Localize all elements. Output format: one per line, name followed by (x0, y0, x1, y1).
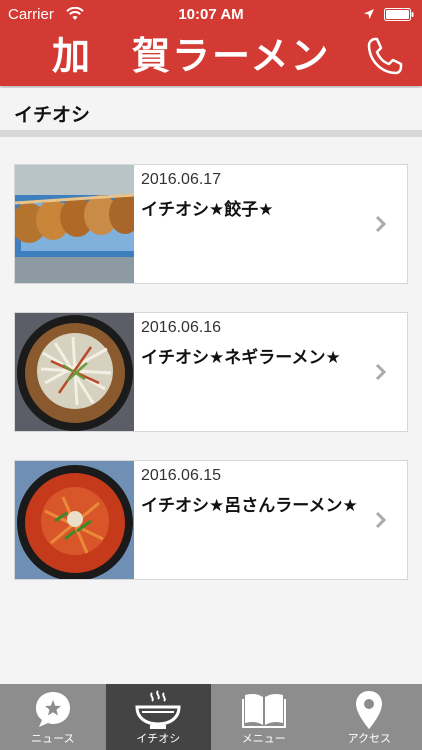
status-bar: Carrier 10:07 AM (0, 0, 422, 28)
status-time: 10:07 AM (178, 6, 244, 23)
location-arrow-icon (364, 9, 374, 19)
tab-bar: ニュース イチオシ メニュー アクセス (0, 684, 422, 750)
chevron-right-icon (375, 215, 387, 233)
tab-recommend[interactable]: イチオシ (105, 684, 211, 750)
list-item[interactable]: 2016.06.15 イチオシ★呂さんラーメン★ (14, 460, 408, 580)
section-header: イチオシ (0, 88, 422, 137)
ro-san-ramen-photo (15, 461, 134, 579)
book-icon (241, 693, 286, 728)
item-date: 2016.06.16 (141, 319, 222, 336)
tab-access[interactable]: アクセス (317, 684, 422, 750)
news-bubble-icon (35, 692, 70, 727)
bowl-icon (135, 690, 181, 729)
tab-label: イチオシ (136, 732, 181, 745)
tab-label: メニュー (241, 732, 286, 745)
tab-menu[interactable]: メニュー (211, 684, 317, 750)
app-header: Carrier 10:07 AM 加 賀ラーメン (0, 0, 422, 86)
tab-label: アクセス (347, 732, 391, 745)
item-date: 2016.06.15 (141, 467, 222, 484)
recommendation-list: 2016.06.17 イチオシ★餃子★ 2016.06.16 イチオシ★ネギラー… (14, 164, 408, 608)
list-item[interactable]: 2016.06.16 イチオシ★ネギラーメン★ (14, 312, 408, 432)
battery-icon (384, 8, 414, 21)
item-title: イチオシ★ネギラーメン★ (141, 348, 341, 368)
tab-label: ニュース (31, 732, 75, 745)
map-pin-icon (356, 691, 383, 729)
list-item[interactable]: 2016.06.17 イチオシ★餃子★ (14, 164, 408, 284)
chevron-right-icon (375, 511, 387, 529)
item-date: 2016.06.17 (141, 171, 222, 188)
chevron-right-icon (375, 363, 387, 381)
item-title: イチオシ★呂さんラーメン★ (141, 496, 358, 516)
section-title: イチオシ (14, 104, 91, 126)
app-title: 加 賀ラーメン (52, 33, 331, 78)
item-title: イチオシ★餃子★ (141, 200, 274, 220)
negi-ramen-photo (15, 313, 134, 431)
gyoza-photo (15, 165, 134, 283)
screen: Carrier 10:07 AM 加 賀ラーメン イチオシ 2016.06.17… (0, 0, 422, 750)
phone-icon[interactable] (366, 36, 404, 76)
tab-news[interactable]: ニュース (0, 684, 106, 750)
